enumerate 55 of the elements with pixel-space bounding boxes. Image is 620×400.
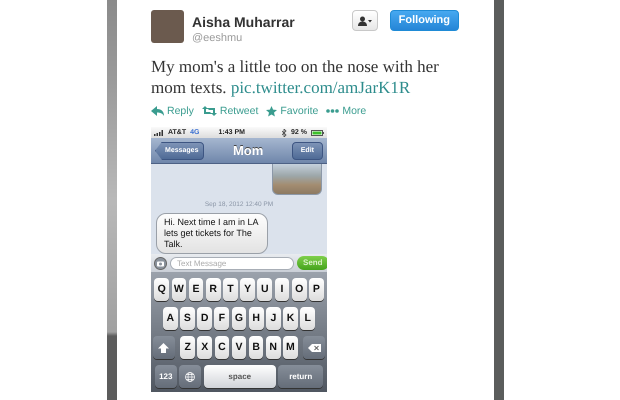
key: Y — [240, 278, 255, 302]
favorite-link[interactable]: Favorite — [280, 104, 318, 120]
key: M — [283, 336, 298, 360]
key: S — [180, 307, 195, 330]
more-link[interactable]: More — [342, 104, 366, 120]
bluetooth-icon — [282, 128, 288, 137]
reply-link[interactable]: Reply — [167, 104, 194, 120]
reply-icon — [151, 106, 164, 116]
delete-icon — [308, 344, 321, 352]
key: U — [257, 278, 272, 302]
user-icon — [358, 16, 372, 26]
globe-icon — [185, 372, 196, 382]
key: H — [248, 307, 264, 330]
key: I — [274, 278, 290, 302]
key: G — [232, 307, 246, 330]
key: A — [162, 307, 178, 330]
message-input-field[interactable]: Text Message — [170, 256, 294, 270]
shift-icon — [158, 342, 170, 353]
user-actions-button[interactable] — [352, 10, 378, 31]
key: B — [248, 336, 264, 360]
more-icon — [326, 109, 340, 114]
return-key: return — [278, 365, 324, 388]
retweet-link[interactable]: Retweet — [220, 104, 258, 120]
number-key: 123 — [154, 365, 177, 388]
key: E — [188, 278, 204, 302]
message-bubble: Hi. Next time I am in LA lets get tickets for The Talk. — [156, 213, 268, 254]
battery-icon — [311, 130, 324, 136]
key: Q — [154, 278, 169, 302]
key: T — [223, 278, 238, 302]
author-handle: @eeshmu — [192, 31, 244, 46]
conversation-title: Mom — [232, 142, 264, 160]
key: F — [214, 307, 230, 330]
key: J — [266, 307, 281, 330]
following-button[interactable]: Following — [390, 10, 459, 31]
tweet-text: My mom's a little too on the nose with her mom texts. pic.twitter.com/amJarK1R — [151, 56, 440, 98]
photo-link[interactable]: pic.twitter.com/amJarK1R — [230, 78, 410, 96]
retweet-icon — [202, 106, 217, 116]
key: P — [309, 278, 324, 302]
camera-icon — [154, 256, 167, 270]
signal-icon — [154, 130, 164, 136]
image-thumbnail — [272, 164, 322, 196]
key: D — [197, 307, 212, 330]
key: V — [232, 336, 246, 360]
key: R — [206, 278, 221, 302]
key: X — [197, 336, 212, 360]
key: L — [300, 307, 316, 330]
key: W — [172, 278, 186, 302]
key: C — [214, 336, 230, 360]
space-key: space — [204, 365, 276, 388]
star-icon — [266, 106, 278, 117]
key: Z — [180, 336, 195, 360]
key: O — [292, 278, 306, 302]
author-name[interactable]: Aisha Muharrar — [192, 14, 344, 30]
key: K — [283, 307, 298, 330]
key: N — [266, 336, 281, 360]
